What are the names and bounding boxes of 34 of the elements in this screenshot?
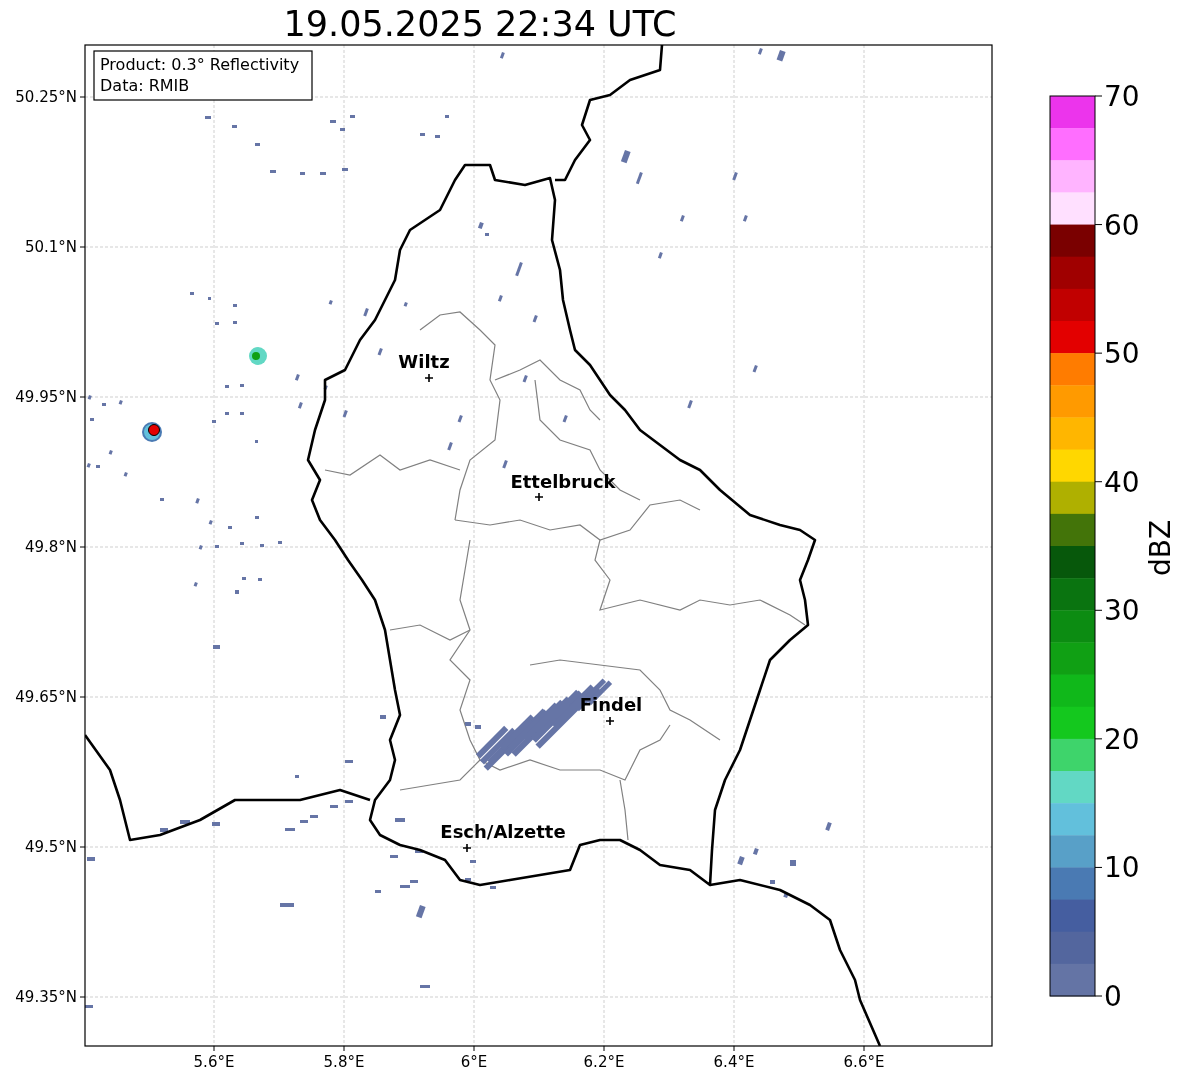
axis-tick-label: 49.35°N bbox=[15, 988, 77, 1006]
scale-unit-label: dBZ bbox=[1144, 519, 1177, 577]
axis-tick-label: 49.5°N bbox=[24, 838, 77, 856]
city-marker-icon bbox=[462, 843, 472, 853]
city-marker-icon bbox=[534, 492, 544, 502]
radar-echo-blob-icon bbox=[249, 347, 267, 365]
scale-tick-label: 10 bbox=[1104, 851, 1140, 885]
axis-tick-label: 5.8°E bbox=[323, 1053, 365, 1071]
axis-tick-label: 50.25°N bbox=[15, 88, 77, 106]
chart-title: 19.05.2025 22:34 UTC bbox=[283, 4, 677, 44]
place-label: Findel bbox=[579, 694, 643, 715]
scale-tick-label: 0 bbox=[1104, 980, 1122, 1013]
place-label: Wiltz bbox=[398, 351, 450, 372]
info-box: Product: 0.3° Reflectivity Data: RMIB bbox=[93, 50, 313, 101]
axis-tick-label: 49.65°N bbox=[15, 688, 77, 706]
axis-tick-label: 50.1°N bbox=[24, 238, 77, 256]
scale-tick-label: 40 bbox=[1104, 465, 1140, 499]
scale-tick-label: 60 bbox=[1104, 208, 1140, 242]
city-marker-icon bbox=[424, 373, 434, 383]
axis-tick-label: 5.6°E bbox=[193, 1053, 235, 1071]
axis-tick-label: 6.2°E bbox=[583, 1053, 625, 1071]
place-label: Ettelbruck bbox=[510, 471, 616, 492]
radar-site-icon bbox=[142, 422, 162, 442]
axis-tick-label: 6°E bbox=[460, 1053, 488, 1071]
scale-tick-label: 20 bbox=[1104, 722, 1140, 756]
axis-tick-label: 6.4°E bbox=[713, 1053, 755, 1071]
place-label: Esch/Alzette bbox=[440, 821, 566, 842]
scale-tick-label: 30 bbox=[1104, 594, 1140, 628]
city-marker-icon bbox=[605, 716, 615, 726]
axis-tick-label: 6.6°E bbox=[843, 1053, 885, 1071]
axis-tick-label: 49.8°N bbox=[24, 538, 77, 556]
scale-tick-label: 50 bbox=[1104, 337, 1140, 371]
axis-tick-label: 49.95°N bbox=[15, 388, 77, 406]
scale-tick-label: 70 bbox=[1104, 80, 1140, 113]
